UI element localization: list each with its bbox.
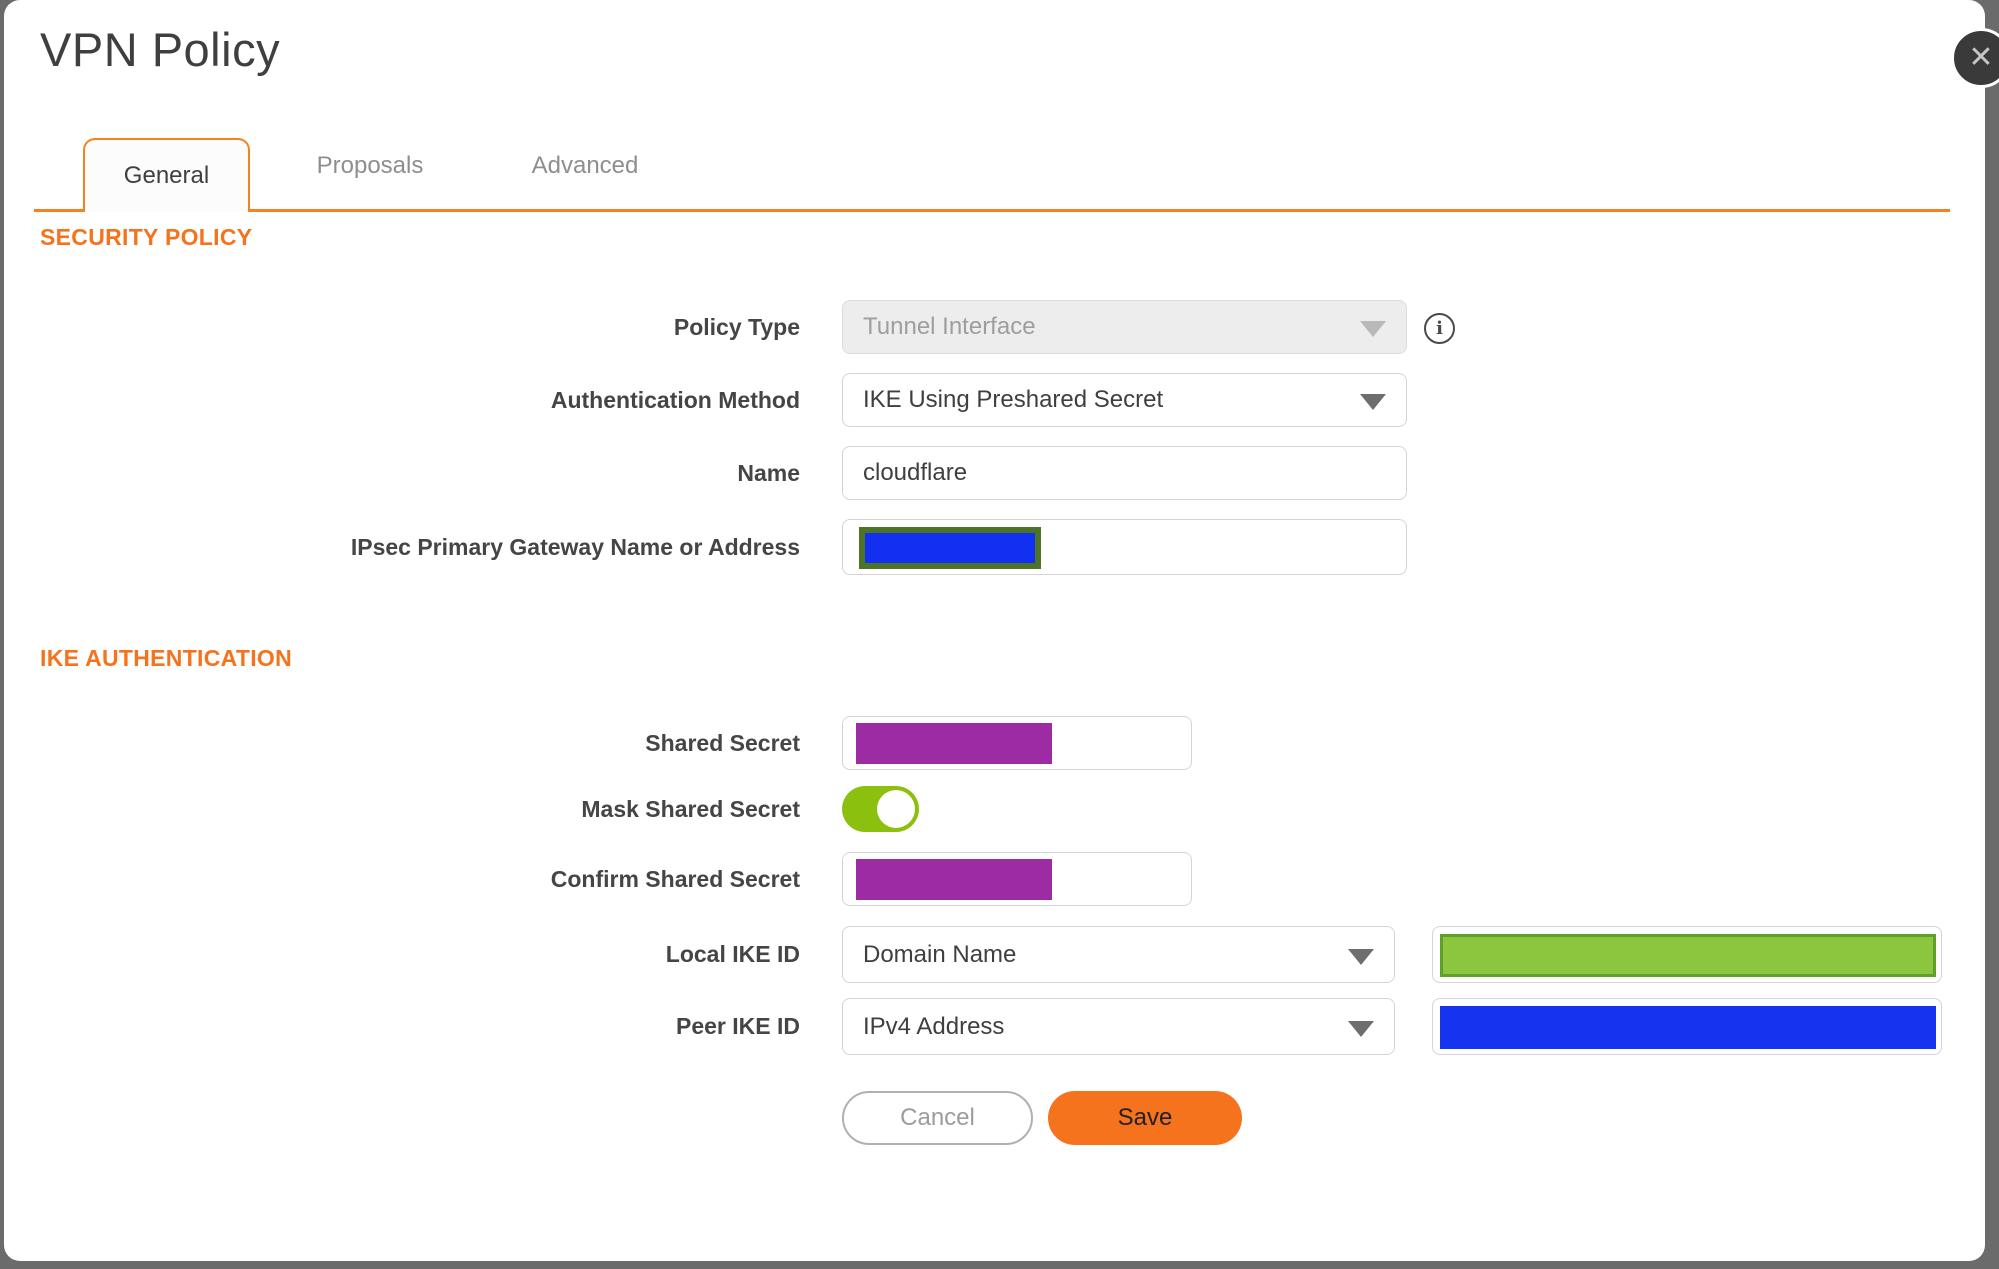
policy-type-select[interactable]: Tunnel Interface [842, 300, 1407, 354]
peer-ike-id-label: Peer IKE ID [676, 1013, 800, 1039]
local-ike-id-label: Local IKE ID [665, 941, 800, 967]
close-icon: ✕ [1968, 41, 1994, 74]
name-input[interactable]: cloudflare [842, 446, 1407, 500]
ipsec-gateway-label: IPsec Primary Gateway Name or Address [350, 534, 800, 560]
shared-secret-label: Shared Secret [645, 730, 800, 756]
local-ike-id-type-value: Domain Name [863, 940, 1017, 968]
shared-secret-input[interactable] [842, 716, 1192, 770]
vpn-policy-dialog: VPN Policy General Proposals Advanced SE… [4, 0, 1985, 1261]
tab-general-label: General [123, 162, 210, 189]
redacted-gateway-value [859, 527, 1041, 569]
chevron-down-icon [1360, 394, 1386, 410]
tab-advanced-label: Advanced [531, 152, 639, 179]
authentication-method-value: IKE Using Preshared Secret [863, 386, 1164, 413]
ipsec-gateway-input[interactable] [842, 519, 1407, 575]
policy-type-value: Tunnel Interface [863, 313, 1036, 340]
redacted-shared-secret-value [856, 723, 1052, 764]
mask-shared-secret-toggle[interactable] [842, 786, 919, 832]
redacted-local-ike-id-value [1440, 934, 1936, 977]
chevron-down-icon [1348, 948, 1374, 965]
tab-proposals[interactable]: Proposals [290, 152, 450, 180]
redacted-confirm-shared-secret-value [856, 859, 1052, 900]
name-input-value: cloudflare [863, 459, 968, 486]
section-security-policy: SECURITY POLICY [40, 224, 253, 250]
redacted-peer-ike-id-value [1440, 1006, 1936, 1049]
tab-advanced[interactable]: Advanced [505, 152, 665, 180]
info-icon[interactable]: i [1424, 313, 1455, 344]
confirm-shared-secret-input[interactable] [842, 852, 1192, 906]
cancel-button[interactable]: Cancel [842, 1091, 1033, 1145]
authentication-method-select[interactable]: IKE Using Preshared Secret [842, 373, 1407, 427]
peer-ike-id-type-value: IPv4 Address [863, 1012, 1005, 1040]
confirm-shared-secret-label: Confirm Shared Secret [550, 866, 800, 892]
chevron-down-icon [1360, 321, 1386, 337]
section-ike-authentication: IKE AUTHENTICATION [40, 645, 292, 671]
authentication-method-label: Authentication Method [550, 387, 800, 413]
peer-ike-id-select[interactable]: IPv4 Address [842, 998, 1395, 1055]
policy-type-label: Policy Type [673, 314, 800, 340]
chevron-down-icon [1348, 1020, 1374, 1037]
tab-proposals-label: Proposals [316, 152, 424, 179]
tab-general[interactable]: General [83, 138, 250, 212]
peer-ike-id-value-input[interactable] [1432, 998, 1942, 1055]
toggle-thumb [877, 790, 915, 828]
save-button[interactable]: Save [1048, 1091, 1242, 1145]
mask-shared-secret-label: Mask Shared Secret [581, 796, 800, 822]
page-title: VPN Policy [40, 23, 281, 76]
tab-underline [34, 209, 1950, 212]
name-label: Name [737, 460, 800, 486]
local-ike-id-value-input[interactable] [1432, 926, 1942, 983]
local-ike-id-select[interactable]: Domain Name [842, 926, 1395, 983]
